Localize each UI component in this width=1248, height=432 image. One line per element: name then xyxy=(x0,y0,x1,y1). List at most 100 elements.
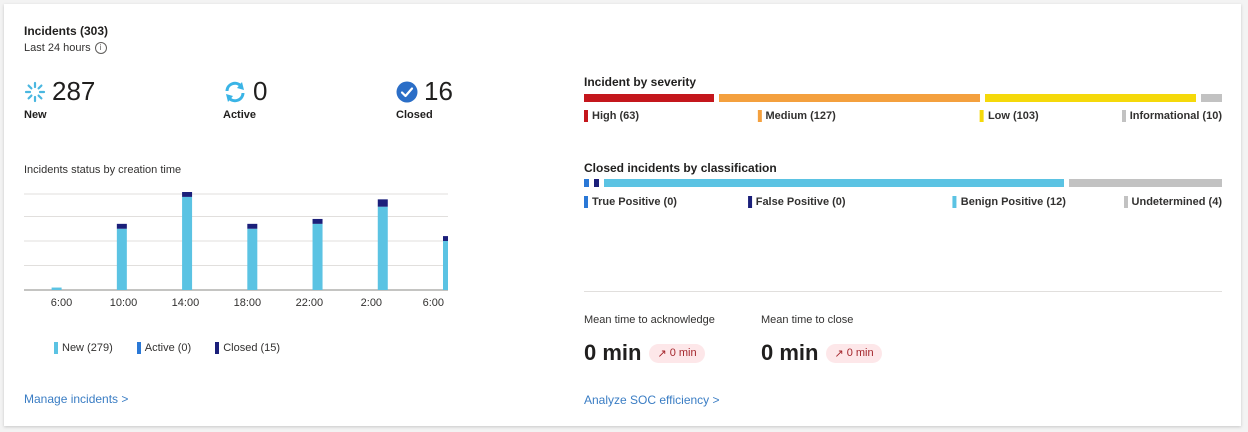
bar-new xyxy=(247,228,258,290)
classification-segment[interactable] xyxy=(604,179,1064,187)
check-circle-icon xyxy=(396,81,418,102)
analyze-soc-link[interactable]: Analyze SOC efficiency > xyxy=(584,393,720,407)
severity-legend: High (63) Medium (127) Low (103) Informatio… xyxy=(584,110,1222,124)
severity-legend-item: Medium (127) xyxy=(757,110,836,122)
classification-legend-swatch xyxy=(1123,196,1128,208)
classification-bar xyxy=(584,179,1222,187)
legend-active: Active (0) xyxy=(136,342,191,354)
classification-legend-item: False Positive (0) xyxy=(747,196,846,208)
classification-legend-item: True Positive (0) xyxy=(584,196,677,208)
bar-closed xyxy=(377,199,388,207)
legend-closed: Closed (15) xyxy=(215,342,280,354)
severity-legend-swatch xyxy=(757,110,762,122)
classification-segment[interactable] xyxy=(1068,179,1222,187)
classification-title: Closed incidents by classification xyxy=(584,161,777,175)
card-title: Incidents (303) xyxy=(24,24,109,38)
mtta-label: Mean time to acknowledge xyxy=(584,314,715,326)
active-label: Active xyxy=(223,109,257,121)
severity-legend-item: Informational (10) xyxy=(1121,110,1222,122)
bar-new xyxy=(377,206,388,290)
mtta-delta: 0 min xyxy=(669,347,697,359)
legend-closed-swatch xyxy=(215,342,220,354)
section-divider xyxy=(584,291,1222,292)
severity-legend-label: High (63) xyxy=(592,110,640,122)
severity-title: Incident by severity xyxy=(584,75,697,89)
severity-bar xyxy=(584,94,1222,102)
bar-new xyxy=(443,241,448,290)
severity-legend-swatch xyxy=(979,110,984,122)
bar-closed xyxy=(312,218,323,224)
refresh-icon xyxy=(225,81,245,102)
severity-legend-swatch xyxy=(584,110,588,122)
mtta-metric: 0 min ↗ 0 min xyxy=(584,340,705,366)
classification-legend-label: Benign Positive (12) xyxy=(960,196,1066,208)
chart-title: Incidents status by creation time xyxy=(24,164,182,176)
active-count: 0 xyxy=(253,76,268,106)
severity-legend-swatch xyxy=(1121,110,1126,122)
arrow-up-right-icon: ↗ xyxy=(834,347,844,360)
legend-new: New (279) xyxy=(54,342,113,354)
spinner-icon xyxy=(24,81,46,102)
mtta-delta-badge: ↗ 0 min xyxy=(649,343,705,363)
severity-segment[interactable] xyxy=(984,94,1197,102)
bar-closed xyxy=(443,236,448,241)
arrow-up-right-icon: ↗ xyxy=(657,347,667,360)
chart-legend: New (279) Active (0) Closed (15) xyxy=(54,342,280,354)
info-icon[interactable]: i xyxy=(94,42,107,54)
mttc-delta: 0 min xyxy=(846,347,874,359)
bar-closed xyxy=(116,223,127,229)
time-range: Last 24 hours i xyxy=(24,42,107,54)
x-tick-label: 22:00 xyxy=(296,297,324,309)
legend-closed-label: Closed (15) xyxy=(223,342,281,354)
x-tick-label: 14:00 xyxy=(172,297,200,309)
x-tick-label: 2:00 xyxy=(361,297,382,309)
status-bar-chart: 6:00 10:00 14:00 18:00 22:00 2:00 6:00 xyxy=(24,192,448,309)
bar-new xyxy=(182,196,193,290)
x-tick-label: 10:00 xyxy=(110,297,138,309)
x-tick-label: 6:00 xyxy=(423,297,444,309)
mttc-metric: 0 min ↗ 0 min xyxy=(761,340,882,366)
classification-segment[interactable] xyxy=(594,179,599,187)
severity-segment[interactable] xyxy=(1201,94,1222,102)
bar-closed xyxy=(247,223,258,229)
severity-segment[interactable] xyxy=(718,94,980,102)
bar-new xyxy=(116,228,127,290)
classification-legend-swatch xyxy=(952,196,957,208)
closed-label: Closed xyxy=(396,109,433,121)
mtta-value: 0 min xyxy=(584,340,642,365)
classification-legend: True Positive (0) False Positive (0) Benig… xyxy=(584,196,1222,210)
bar-closed xyxy=(182,192,193,197)
legend-active-swatch xyxy=(136,342,141,354)
closed-count: 16 xyxy=(424,76,453,106)
severity-legend-item: Low (103) xyxy=(979,110,1039,122)
bar-new xyxy=(51,287,62,290)
classification-legend-item: Undetermined (4) xyxy=(1123,196,1222,208)
classification-legend-label: Undetermined (4) xyxy=(1131,196,1222,208)
severity-legend-label: Medium (127) xyxy=(765,110,836,122)
classification-legend-swatch xyxy=(584,196,588,208)
x-tick-label: 18:00 xyxy=(234,297,262,309)
stat-closed: 16 Closed xyxy=(396,76,453,121)
classification-segment[interactable] xyxy=(584,179,589,187)
legend-new-swatch xyxy=(54,342,58,354)
mttc-label: Mean time to close xyxy=(761,314,854,326)
legend-new-label: New (279) xyxy=(62,342,113,354)
new-label: New xyxy=(24,109,47,121)
stat-active: 0 Active xyxy=(223,76,267,121)
bar-new xyxy=(312,223,323,290)
classification-legend-swatch xyxy=(747,196,752,208)
classification-legend-label: True Positive (0) xyxy=(592,196,677,208)
classification-legend-label: False Positive (0) xyxy=(755,196,846,208)
x-tick-label: 6:00 xyxy=(51,297,72,309)
severity-legend-label: Low (103) xyxy=(987,110,1039,122)
stat-new: 287 New xyxy=(24,76,95,121)
manage-incidents-link[interactable]: Manage incidents > xyxy=(24,392,128,406)
severity-segment[interactable] xyxy=(584,94,714,102)
severity-legend-label: Informational (10) xyxy=(1129,110,1222,122)
severity-legend-item: High (63) xyxy=(584,110,639,122)
mttc-value: 0 min xyxy=(761,340,819,365)
time-range-label: Last 24 hours xyxy=(24,42,91,54)
mttc-delta-badge: ↗ 0 min xyxy=(826,343,882,363)
classification-legend-item: Benign Positive (12) xyxy=(952,196,1066,208)
new-count: 287 xyxy=(52,76,96,106)
